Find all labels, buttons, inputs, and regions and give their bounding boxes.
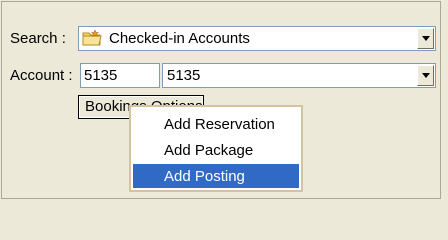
menu-item-label: Add Package bbox=[164, 142, 254, 159]
menu-item-add-posting[interactable]: Add Posting bbox=[133, 164, 299, 188]
account-dropdown-value: 5135 bbox=[167, 67, 201, 84]
menu-item-label: Add Reservation bbox=[164, 116, 275, 133]
menu-item-add-reservation[interactable]: Add Reservation bbox=[133, 112, 299, 136]
account-number-value: 5135 bbox=[84, 67, 118, 84]
search-value: Checked-in Accounts bbox=[109, 30, 250, 47]
folder-star-icon bbox=[82, 29, 102, 46]
chevron-down-icon[interactable] bbox=[417, 65, 434, 86]
menu-item-add-package[interactable]: Add Package bbox=[133, 138, 299, 162]
chevron-down-icon[interactable] bbox=[417, 28, 434, 49]
search-label: Search : bbox=[10, 30, 66, 47]
account-number-field[interactable]: 5135 bbox=[80, 63, 160, 88]
account-dropdown[interactable]: 5135 bbox=[162, 63, 436, 88]
context-menu: Add Reservation Add Package Add Posting bbox=[129, 105, 303, 192]
search-dropdown[interactable]: Checked-in Accounts bbox=[78, 26, 436, 51]
account-label: Account : bbox=[10, 67, 73, 84]
menu-item-label: Add Posting bbox=[164, 168, 245, 185]
